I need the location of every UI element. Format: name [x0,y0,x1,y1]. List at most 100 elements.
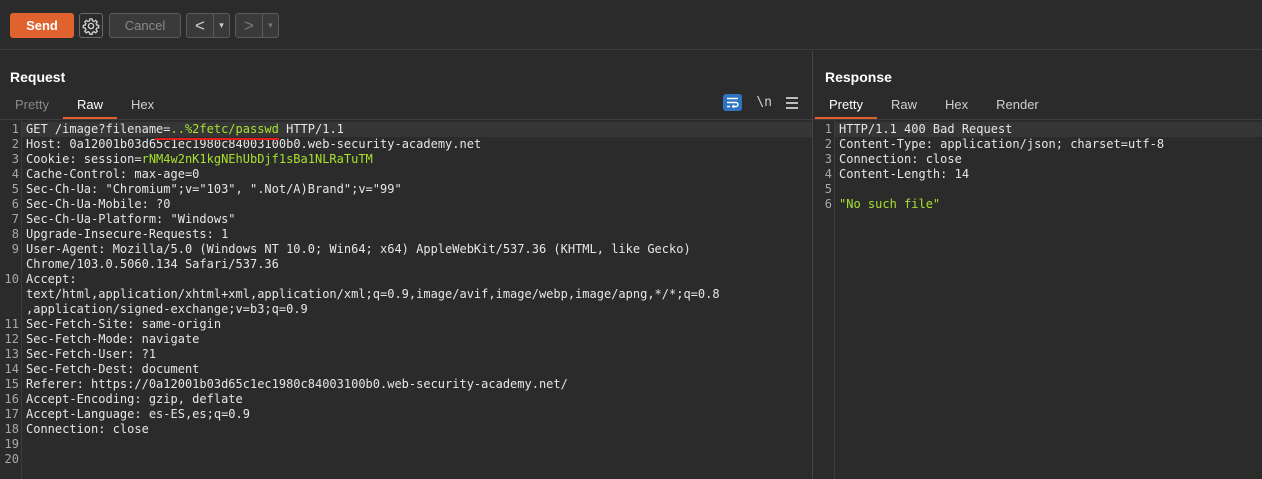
cancel-button[interactable]: Cancel [109,13,181,38]
line-text [835,182,1262,197]
line-number: 2 [11,137,19,151]
code-token: Chrome/103.0.5060.134 Safari/537.36 [26,257,279,271]
line-number: 6 [11,197,19,211]
code-token: Sec-Fetch-Site: same-origin [26,317,222,331]
line-number [0,257,22,272]
word-wrap-icon[interactable] [723,94,743,111]
line-text: Accept-Encoding: gzip, deflate [22,392,812,407]
line-text: Sec-Ch-Ua-Mobile: ?0 [22,197,812,212]
back-button[interactable]: < [187,14,213,37]
code-token: HTTP/1.1 [278,122,344,136]
response-tab-hex[interactable]: Hex [931,93,982,119]
code-line: Chrome/103.0.5060.134 Safari/537.36 [0,257,812,272]
code-line: 3 Connection: close [813,152,1262,167]
line-number: 19 [4,437,19,451]
payload-underline [154,138,279,140]
back-history-dropdown[interactable]: ▾ [213,14,229,37]
code-line: 2 Host: 0a12001b03d65c1ec1980c84003100b0.… [0,137,812,152]
line-number: 12 [4,332,19,346]
show-newlines-toggle[interactable]: \n [756,95,772,110]
line-number: 16 [4,392,19,406]
code-line: 16 Accept-Encoding: gzip, deflate [0,392,812,407]
request-tab-raw[interactable]: Raw [62,93,117,119]
line-text: Accept: [22,272,812,287]
code-line: 4 Cache-Control: max-age=0 [0,167,812,182]
line-text: Sec-Fetch-User: ?1 [22,347,812,362]
request-tab-hex[interactable]: Hex [117,93,168,119]
line-number: 6 [824,197,832,211]
line-text: Content-Length: 14 [835,167,1262,182]
hamburger-menu-icon[interactable] [786,96,798,109]
line-text [22,437,812,452]
line-number: 1 [11,122,19,136]
line-text: Host: 0a12001b03d65c1ec1980c84003100b0.w… [22,137,812,152]
code-token: Connection: close [839,152,962,166]
line-text: Accept-Language: es-ES,es;q=0.9 [22,407,812,422]
line-text: Connection: close [22,422,812,437]
send-button[interactable]: Send [10,13,74,38]
code-line: 17 Accept-Language: es-ES,es;q=0.9 [0,407,812,422]
response-tab-pretty[interactable]: Pretty [815,93,877,119]
code-token: Cache-Control: max-age=0 [26,167,200,181]
code-token: Sec-Ch-Ua-Mobile: ?0 [26,197,171,211]
request-editor-tools: \n [723,94,798,111]
response-editor[interactable]: 1 HTTP/1.1 400 Bad Request 2 Content-Type: … [813,119,1262,479]
line-number: 5 [824,182,832,196]
code-line: 7 Sec-Ch-Ua-Platform: "Windows" [0,212,812,227]
line-text: Sec-Ch-Ua: "Chromium";v="103", ".Not/A)B… [22,182,812,197]
request-tab-pretty[interactable]: Pretty [1,93,63,119]
line-text: User-Agent: Mozilla/5.0 (Windows NT 10.0… [22,242,812,257]
line-number: 3 [11,152,19,166]
code-token: text/html,application/xhtml+xml,applicat… [26,287,720,301]
code-token: Accept-Language: es-ES,es;q=0.9 [26,407,250,421]
code-token: Referer: https://0a12001b03d65c1ec1980c8… [26,377,568,391]
line-number: 11 [4,317,19,331]
code-token: Host: [26,137,70,151]
forward-history-dropdown[interactable]: ▾ [262,14,278,37]
line-number: 9 [11,242,19,256]
code-line: 11 Sec-Fetch-Site: same-origin [0,317,812,332]
gear-icon [82,17,100,35]
payload-text: ..%2fetc/passwd [170,122,279,136]
line-text: ,application/signed-exchange;v=b3;q=0.9 [22,302,812,317]
code-line: 5 Sec-Ch-Ua: "Chromium";v="103", ".Not/A)… [0,182,812,197]
line-text: "No such file" [835,197,1262,212]
code-token: Sec-Fetch-User: ?1 [26,347,157,361]
code-line: 19 [0,437,812,452]
code-token: Sec-Fetch-Dest: document [26,362,200,376]
line-text: Content-Type: application/json; charset=… [835,137,1262,152]
code-token: HTTP/1.1 400 Bad Request [839,122,1013,136]
line-text: Sec-Ch-Ua-Platform: "Windows" [22,212,812,227]
request-title: Request [10,69,66,85]
code-token: User-Agent: Mozilla/5.0 (Windows NT 10.0… [26,242,691,256]
line-number: 4 [824,167,832,181]
forward-button[interactable]: > [236,14,262,37]
line-text: Sec-Fetch-Mode: navigate [22,332,812,347]
line-text: Cache-Control: max-age=0 [22,167,812,182]
line-number: 18 [4,422,19,436]
code-token: rNM4w2nK1kgNEhUbDjf1sBa1NLRaTuTM [141,152,373,166]
line-text: Cookie: session=rNM4w2nK1kgNEhUbDjf1sBa1… [22,152,812,167]
response-tabs: Pretty Raw Hex Render [815,93,1053,119]
code-line: 12 Sec-Fetch-Mode: navigate [0,332,812,347]
response-tab-raw[interactable]: Raw [877,93,931,119]
line-text: text/html,application/xhtml+xml,applicat… [22,287,812,302]
code-token: Connection: close [26,422,149,436]
line-number: 4 [11,167,19,181]
code-line: text/html,application/xhtml+xml,applicat… [0,287,812,302]
line-number [0,287,22,302]
code-line: 8 Upgrade-Insecure-Requests: 1 [0,227,812,242]
line-text: Referer: https://0a12001b03d65c1ec1980c8… [22,377,812,392]
request-editor[interactable]: 1 GET /image?filename=..%2fetc/passwd HTT… [0,119,812,479]
code-token: Upgrade-Insecure-Requests: 1 [26,227,229,241]
response-tab-render[interactable]: Render [982,93,1053,119]
code-token: "No such file" [839,197,941,211]
back-button-group: < ▾ [186,13,230,38]
line-number: 13 [4,347,19,361]
code-token: Accept: [26,272,77,286]
code-line: 14 Sec-Fetch-Dest: document [0,362,812,377]
settings-button[interactable] [79,13,103,38]
line-number: 17 [4,407,19,421]
request-pane: Request Pretty Raw Hex \n 1 GET /image?fi… [0,51,812,479]
response-pane: Response Pretty Raw Hex Render 1 HTTP/1.1… [813,51,1262,479]
